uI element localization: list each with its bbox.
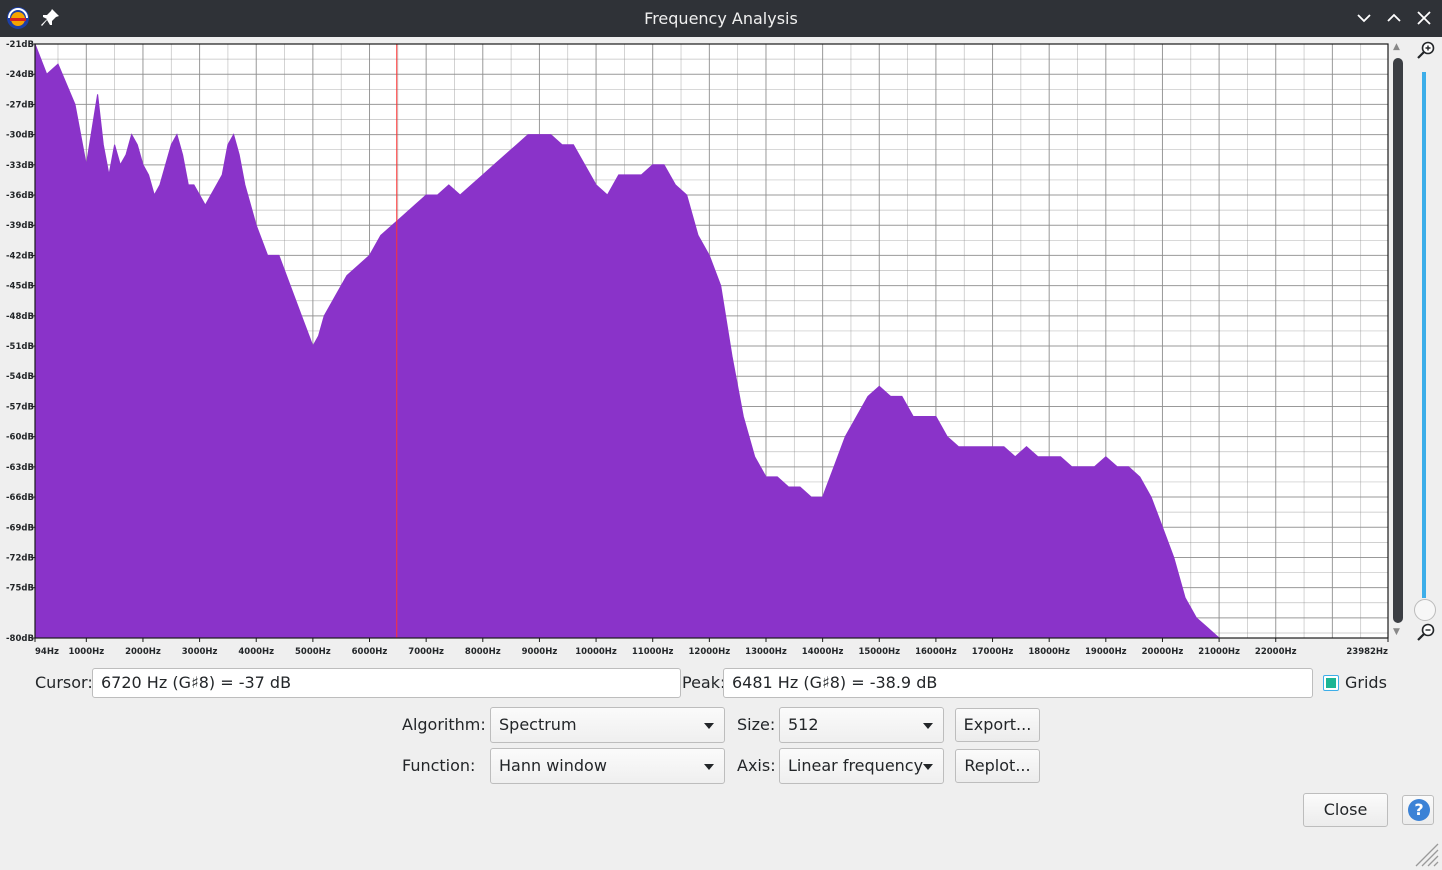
x-tick-label: 23982Hz bbox=[1346, 647, 1388, 657]
y-tick-label: -54dB bbox=[6, 372, 34, 382]
spectrum-plot-area[interactable]: -21dB -24dB -27dB -30dB -33dB -36dB -39dB -42dB… bbox=[0, 37, 1442, 662]
algorithm-label: Algorithm: bbox=[402, 715, 486, 734]
zoom-in-icon[interactable] bbox=[1416, 40, 1436, 60]
y-tick-label: -60dB bbox=[6, 433, 34, 443]
maximize-icon[interactable] bbox=[1383, 7, 1405, 29]
y-tick-label: -51dB bbox=[6, 342, 34, 352]
x-tick-label: 17000Hz bbox=[972, 647, 1014, 657]
y-tick-label: -21dB bbox=[6, 40, 34, 50]
y-tick-label: -42dB bbox=[6, 251, 34, 261]
y-tick-label: -72dB bbox=[6, 553, 34, 563]
x-tick-label: 15000Hz bbox=[858, 647, 900, 657]
x-tick-label: 21000Hz bbox=[1198, 647, 1240, 657]
axis-label: Axis: bbox=[737, 756, 776, 775]
cursor-label: Cursor: bbox=[35, 673, 93, 692]
x-tick-label: 2000Hz bbox=[125, 647, 161, 657]
chevron-down-icon bbox=[923, 723, 933, 729]
x-tick-label: 16000Hz bbox=[915, 647, 957, 657]
help-icon: ? bbox=[1408, 799, 1430, 821]
replot-button[interactable]: Replot... bbox=[955, 749, 1040, 783]
zoom-slider-handle[interactable] bbox=[1414, 599, 1436, 621]
x-tick-label: 4000Hz bbox=[238, 647, 274, 657]
x-tick-label: 10000Hz bbox=[575, 647, 617, 657]
x-tick-label: 14000Hz bbox=[802, 647, 844, 657]
close-button[interactable]: Close bbox=[1303, 793, 1388, 827]
scrollbar-thumb[interactable] bbox=[1393, 58, 1403, 623]
x-tick-label: 19000Hz bbox=[1085, 647, 1127, 657]
minimize-icon[interactable] bbox=[1353, 7, 1375, 29]
zoom-out-icon[interactable] bbox=[1416, 622, 1436, 642]
x-tick-label: 20000Hz bbox=[1142, 647, 1184, 657]
y-tick-label: -45dB bbox=[6, 282, 34, 292]
x-tick-label: 18000Hz bbox=[1028, 647, 1070, 657]
help-button[interactable]: ? bbox=[1402, 795, 1434, 825]
x-tick-label: 13000Hz bbox=[745, 647, 787, 657]
y-tick-label: -33dB bbox=[6, 161, 34, 171]
zoom-slider-track[interactable] bbox=[1422, 72, 1426, 598]
checkbox-mark bbox=[1326, 678, 1336, 688]
export-button[interactable]: Export... bbox=[955, 708, 1040, 742]
y-tick-label: -63dB bbox=[6, 463, 34, 473]
x-tick-label: 12000Hz bbox=[689, 647, 731, 657]
grids-label[interactable]: Grids bbox=[1345, 673, 1387, 692]
size-select[interactable]: 512 bbox=[779, 707, 944, 743]
spectrum-chart[interactable]: -21dB -24dB -27dB -30dB -33dB -36dB -39dB -42dB… bbox=[0, 37, 1442, 662]
y-tick-label: -75dB bbox=[6, 584, 34, 594]
window-title: Frequency Analysis bbox=[644, 9, 798, 28]
x-tick-label: 7000Hz bbox=[408, 647, 444, 657]
x-tick-label: 3000Hz bbox=[182, 647, 218, 657]
x-tick-label: 8000Hz bbox=[465, 647, 501, 657]
scroll-up-arrow-icon[interactable]: ▲ bbox=[1393, 42, 1400, 52]
chevron-down-icon bbox=[704, 764, 714, 770]
resize-grip-icon[interactable] bbox=[1412, 840, 1440, 868]
y-tick-label: -36dB bbox=[6, 191, 34, 201]
x-tick-label: 1000Hz bbox=[68, 647, 104, 657]
size-label: Size: bbox=[737, 715, 776, 734]
close-icon[interactable] bbox=[1413, 7, 1435, 29]
peak-readout-field[interactable]: 6481 Hz (G♯8) = -38.9 dB bbox=[723, 668, 1313, 698]
y-tick-label: -39dB bbox=[6, 221, 34, 231]
function-select[interactable]: Hann window bbox=[490, 748, 725, 784]
algorithm-select[interactable]: Spectrum bbox=[490, 707, 725, 743]
y-tick-label: -24dB bbox=[6, 70, 34, 80]
scroll-down-arrow-icon[interactable]: ▼ bbox=[1393, 627, 1400, 637]
x-tick-label: 22000Hz bbox=[1255, 647, 1297, 657]
chevron-down-icon bbox=[704, 723, 714, 729]
cursor-readout-field[interactable]: 6720 Hz (G♯8) = -37 dB bbox=[92, 668, 681, 698]
title-bar: Frequency Analysis bbox=[0, 0, 1442, 37]
vertical-scrollbar[interactable] bbox=[1391, 58, 1405, 623]
x-tick-label: 5000Hz bbox=[295, 647, 331, 657]
y-tick-label: -27dB bbox=[6, 100, 34, 110]
grids-checkbox[interactable] bbox=[1323, 675, 1339, 691]
axis-select[interactable]: Linear frequency bbox=[779, 748, 944, 784]
chevron-down-icon bbox=[923, 764, 933, 770]
size-select-value: 512 bbox=[788, 715, 819, 734]
x-tick-label: 11000Hz bbox=[632, 647, 674, 657]
axis-select-value: Linear frequency bbox=[788, 756, 924, 775]
peak-label: Peak: bbox=[682, 673, 726, 692]
y-tick-label: -80dB bbox=[6, 634, 34, 644]
y-tick-label: -69dB bbox=[6, 523, 34, 533]
y-tick-label: -30dB bbox=[6, 131, 34, 141]
x-tick-label: 94Hz bbox=[35, 647, 59, 657]
function-label: Function: bbox=[402, 756, 476, 775]
function-select-value: Hann window bbox=[499, 756, 607, 775]
x-tick-label: 9000Hz bbox=[522, 647, 558, 657]
algorithm-select-value: Spectrum bbox=[499, 715, 577, 734]
y-tick-label: -57dB bbox=[6, 402, 34, 412]
y-tick-label: -48dB bbox=[6, 312, 34, 322]
y-tick-label: -66dB bbox=[6, 493, 34, 503]
x-tick-label: 6000Hz bbox=[352, 647, 388, 657]
